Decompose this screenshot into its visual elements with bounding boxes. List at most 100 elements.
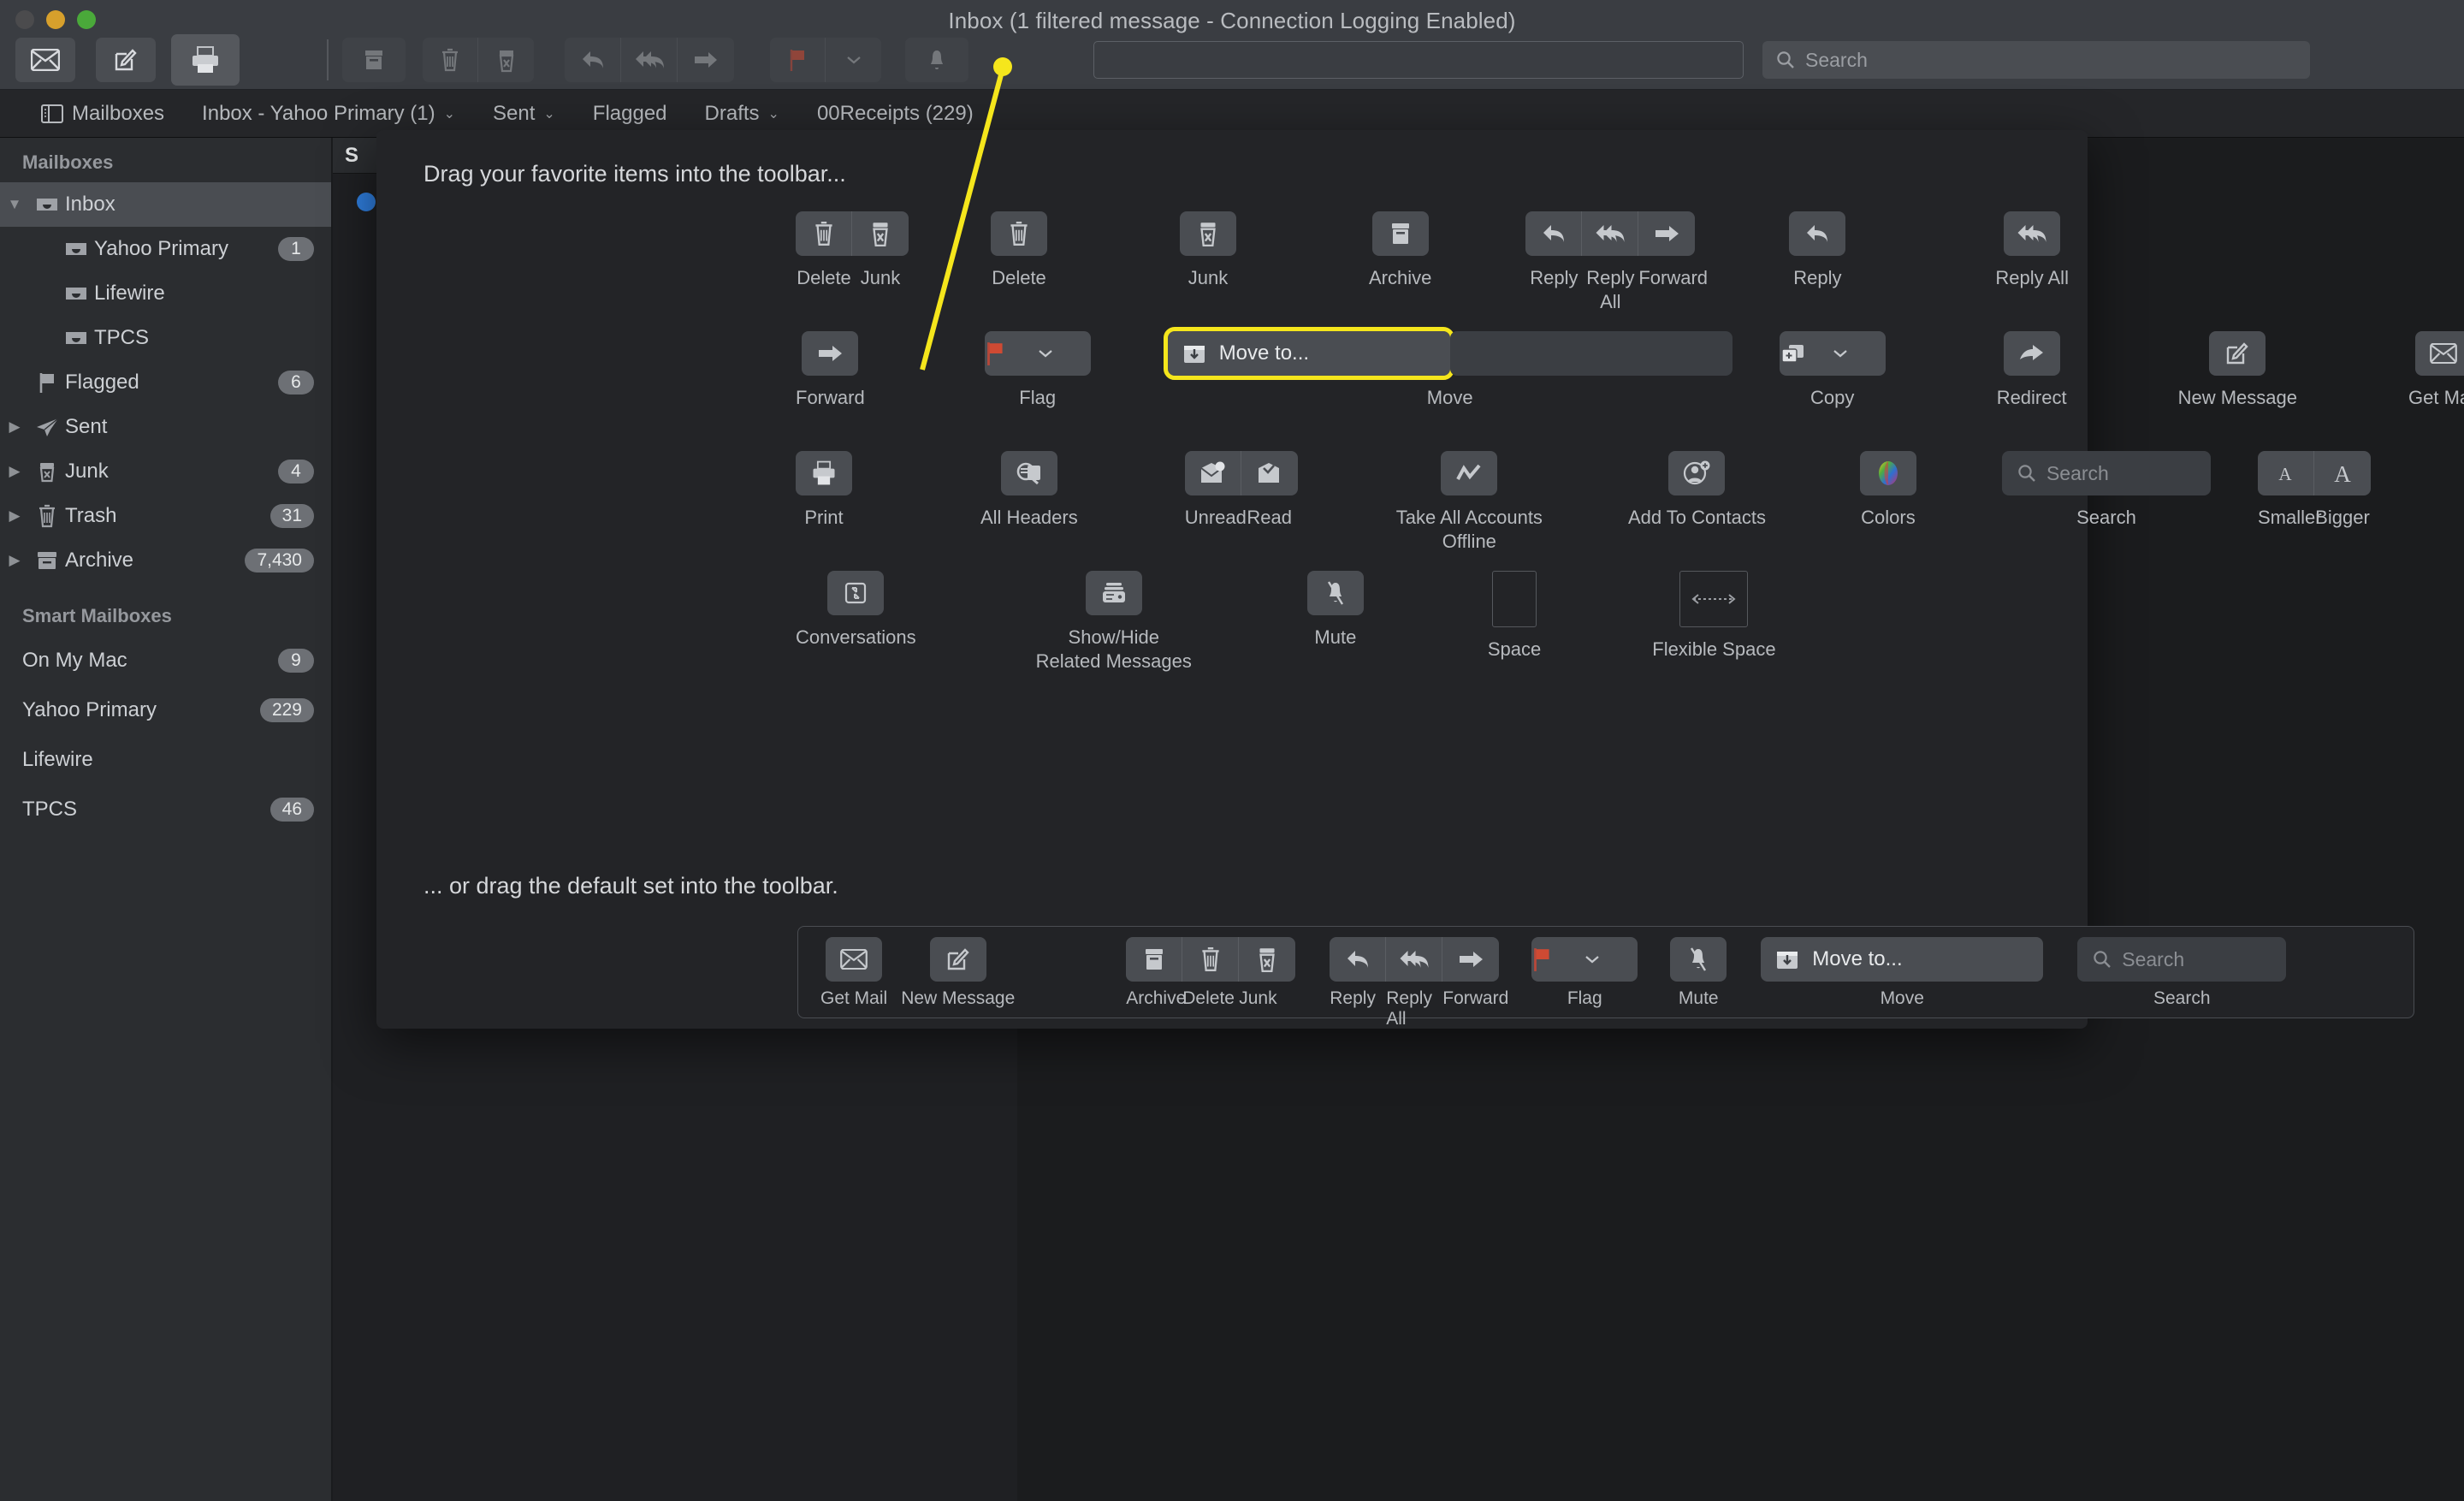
- sidebar-item-archive[interactable]: ▶ Archive 7,430: [0, 538, 331, 583]
- toolbar-palette-item-smaller-bigger-group[interactable]: A A Smaller Bigger: [2257, 451, 2371, 530]
- toolbar-drop-slot[interactable]: [1449, 331, 1732, 376]
- favbar-item-flagged[interactable]: Flagged: [574, 102, 686, 126]
- sidebar-smart-item-tpcs[interactable]: TPCS 46: [0, 785, 331, 834]
- archive-box-icon-button[interactable]: [1371, 211, 1429, 256]
- reply-group-control[interactable]: [1525, 211, 1696, 256]
- toolbar-palette-item-get-mail[interactable]: Get Mail: [820, 937, 887, 1009]
- archive-box-icon[interactable]: [1126, 937, 1183, 982]
- flexible-space-item[interactable]: [1679, 571, 1749, 627]
- delete-junk-group-control[interactable]: [796, 211, 909, 256]
- bell-slash-icon-button[interactable]: [1670, 937, 1727, 982]
- toolbar-palette-item-reply-group[interactable]: Reply Reply All Forward: [1525, 211, 1708, 314]
- toolbar-text-field[interactable]: [1093, 41, 1744, 79]
- junk-x-icon-button[interactable]: [1180, 211, 1236, 256]
- flag-icon[interactable]: [1531, 946, 1584, 972]
- redirect-icon-button[interactable]: [2003, 331, 2060, 376]
- search-field[interactable]: Search: [2001, 451, 2211, 495]
- toolbar-palette-item-delete[interactable]: Delete: [991, 211, 1047, 290]
- toolbar-print-button[interactable]: [171, 34, 240, 86]
- toolbar-palette-item-mute[interactable]: Mute: [1670, 937, 1727, 1009]
- toolbar-delete-junk-group[interactable]: [423, 38, 534, 82]
- toolbar-palette-item-mute[interactable]: Mute: [1306, 571, 1364, 650]
- toolbar-palette-item-archive[interactable]: Archive: [1369, 211, 1431, 290]
- offline-icon-button[interactable]: [1441, 451, 1498, 495]
- toolbar-archive-button[interactable]: [342, 38, 406, 82]
- favbar-item-00receipts[interactable]: 00Receipts (229): [798, 102, 992, 126]
- toolbar-mute-button[interactable]: [905, 38, 968, 82]
- toolbar-palette-item-space[interactable]: Space: [1488, 571, 1541, 662]
- space-item[interactable]: [1492, 571, 1537, 627]
- sidebar-item-lifewire[interactable]: Lifewire: [0, 271, 331, 316]
- toolbar-palette-item-colors[interactable]: Colors: [1859, 451, 1916, 530]
- toolbar-palette-item-forward[interactable]: Forward: [796, 331, 865, 410]
- toolbar-palette-item-new-message[interactable]: New Message: [2178, 331, 2297, 410]
- toolbar-palette-item-show-hide-related[interactable]: Show/Hide Related Messages: [1036, 571, 1192, 673]
- chevron-down-icon[interactable]: [1584, 954, 1638, 964]
- toolbar-palette-item-new-message[interactable]: New Message: [901, 937, 1015, 1009]
- compose-icon-button[interactable]: [929, 937, 986, 982]
- sidebar-item-trash[interactable]: ▶ Trash 31: [0, 494, 331, 538]
- forward-icon-button[interactable]: [802, 331, 859, 376]
- trash-icon[interactable]: [1182, 937, 1240, 982]
- compose-icon-button[interactable]: [2209, 331, 2266, 376]
- toolbar-palette-item-search[interactable]: Search Search: [2077, 937, 2287, 1009]
- unread-read-group-control[interactable]: [1184, 451, 1298, 495]
- related-messages-icon-button[interactable]: [1085, 571, 1142, 615]
- favbar-item-inbox[interactable]: Inbox - Yahoo Primary (1) ⌄: [183, 102, 474, 126]
- toolbar-flag-button[interactable]: [770, 38, 881, 82]
- flag-control[interactable]: [984, 331, 1091, 376]
- toolbar-palette-item-flexible-space[interactable]: Flexible Space: [1652, 571, 1776, 662]
- junk-x-icon[interactable]: [852, 211, 909, 256]
- disclosure-triangle-icon[interactable]: ▼: [0, 196, 29, 213]
- copy-folder-icon[interactable]: [1780, 341, 1833, 366]
- sidebar-item-junk[interactable]: ▶ Junk 4: [0, 449, 331, 494]
- toolbar-palette-item-print[interactable]: Print: [796, 451, 852, 530]
- trash-icon-button[interactable]: [991, 211, 1047, 256]
- toolbar-reply-group[interactable]: [565, 38, 734, 82]
- font-bigger-icon[interactable]: A: [2314, 451, 2371, 495]
- toolbar-get-mail-button[interactable]: [15, 38, 75, 82]
- toolbar-palette-item-junk[interactable]: Junk: [1180, 211, 1236, 290]
- chevron-down-icon[interactable]: [1038, 348, 1091, 359]
- toolbar-palette-item-conversations[interactable]: Conversations: [796, 571, 916, 650]
- move-to-button[interactable]: Move to...: [1163, 327, 1454, 380]
- disclosure-triangle-icon[interactable]: ▶: [0, 507, 29, 525]
- toolbar-palette-item-move-to[interactable]: Move to... Move: [1761, 937, 2044, 1009]
- toolbar-palette-item-flag[interactable]: Flag: [1531, 937, 1638, 1009]
- toolbar-palette-item-delete-junk-group[interactable]: Delete Junk: [796, 211, 909, 290]
- color-wheel-icon-button[interactable]: [1859, 451, 1916, 495]
- copy-control[interactable]: [1779, 331, 1886, 376]
- reply-icon-button[interactable]: [1789, 211, 1846, 256]
- unread-icon[interactable]: [1185, 451, 1241, 495]
- chevron-down-icon[interactable]: [1833, 348, 1886, 359]
- reply-icon[interactable]: [1330, 937, 1387, 982]
- envelope-icon-button[interactable]: [2414, 331, 2464, 376]
- favbar-item-sent[interactable]: Sent ⌄: [474, 102, 574, 126]
- toolbar-palette-item-reply-all[interactable]: Reply All: [1995, 211, 2069, 290]
- toolbar-palette-item-reply[interactable]: Reply: [1789, 211, 1846, 290]
- toolbar-palette-item-search[interactable]: Search Search: [2001, 451, 2211, 530]
- reply-icon[interactable]: [1525, 211, 1583, 256]
- reply-group-control[interactable]: [1330, 937, 1500, 982]
- junk-x-icon[interactable]: [1239, 937, 1295, 982]
- reply-all-icon-button[interactable]: [2004, 211, 2061, 256]
- add-contact-icon-button[interactable]: [1668, 451, 1726, 495]
- sidebar-smart-item-on-my-mac[interactable]: On My Mac 9: [0, 636, 331, 685]
- flag-control[interactable]: [1531, 937, 1638, 982]
- toolbar-palette-item-unread-read-group[interactable]: Unread Read: [1184, 451, 1298, 530]
- sidebar-item-yahoo-primary[interactable]: Yahoo Primary 1: [0, 227, 331, 271]
- default-toolbar-set[interactable]: Get Mail New Message Archive Delete Junk Repl…: [797, 926, 2414, 1029]
- toolbar-palette-item-move-to[interactable]: Move to... Move: [1163, 327, 1732, 410]
- read-icon[interactable]: [1241, 451, 1298, 495]
- sidebar-item-tpcs[interactable]: TPCS: [0, 316, 331, 360]
- sidebar-item-flagged[interactable]: Flagged 6: [0, 360, 331, 405]
- archive-delete-junk-group-control[interactable]: [1126, 937, 1296, 982]
- toolbar-palette-item-reply-group[interactable]: Reply Reply All Forward: [1330, 937, 1508, 1029]
- sidebar-smart-item-yahoo-primary[interactable]: Yahoo Primary 229: [0, 685, 331, 735]
- toolbar-new-message-button[interactable]: [96, 38, 156, 82]
- toolbar-search-field[interactable]: Search: [1762, 41, 2310, 79]
- font-smaller-icon[interactable]: A: [2258, 451, 2314, 495]
- all-headers-icon-button[interactable]: [1000, 451, 1057, 495]
- forward-icon[interactable]: [1442, 937, 1499, 982]
- bell-slash-icon-button[interactable]: [1306, 571, 1364, 615]
